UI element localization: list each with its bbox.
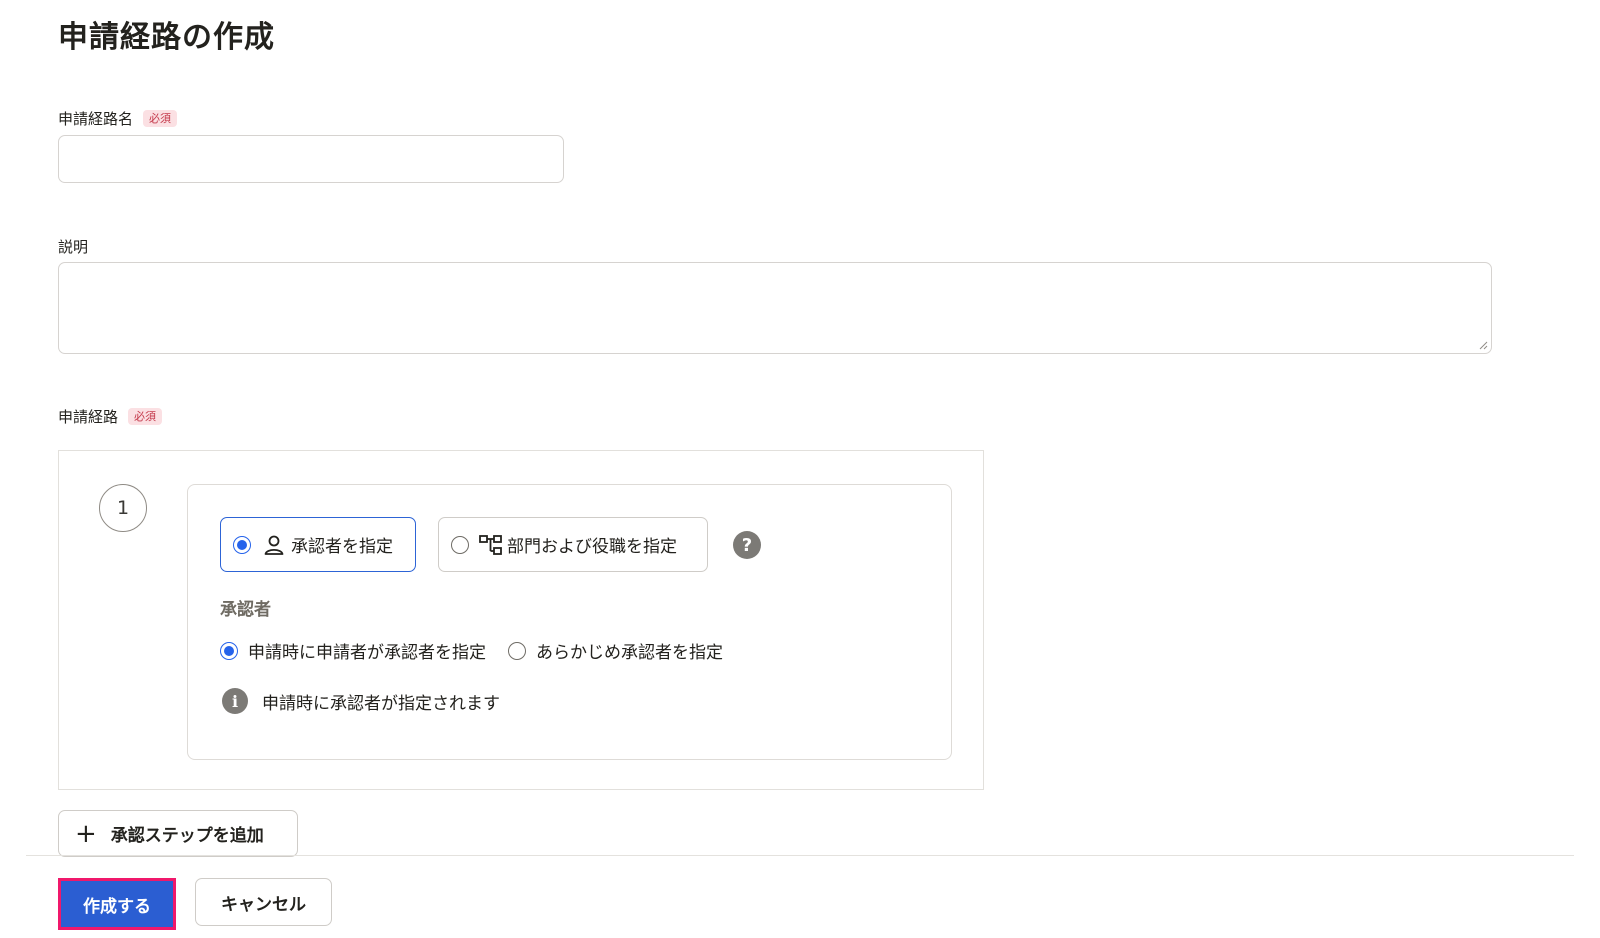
mode-option-label: 部門および役職を指定: [507, 537, 677, 557]
create-button[interactable]: 作成する: [58, 878, 176, 930]
description-label-text: 説明: [58, 238, 89, 256]
mode-option-approver[interactable]: 承認者を指定: [220, 517, 416, 572]
description-textarea[interactable]: [58, 262, 1492, 354]
name-label-text: 申請経路名: [58, 110, 134, 128]
approver-option-predefined[interactable]: あらかじめ承認者を指定: [508, 638, 723, 663]
page-title: 申請経路の作成: [58, 20, 275, 55]
cancel-button[interactable]: キャンセル: [195, 878, 332, 926]
radio-label: あらかじめ承認者を指定: [536, 643, 723, 663]
mode-radio-approver[interactable]: [233, 535, 251, 554]
info-icon: i: [222, 688, 248, 714]
info-message: i 申請時に承認者が指定されます: [222, 688, 500, 714]
mode-radio-department-role[interactable]: [451, 535, 469, 554]
route-name-input[interactable]: [58, 135, 564, 183]
approver-section-label: 承認者: [220, 600, 271, 620]
description-field-label: 説明: [58, 236, 88, 257]
approver-radio-group: 申請時に申請者が承認者を指定 あらかじめ承認者を指定: [220, 638, 745, 663]
mode-option-label: 承認者を指定: [291, 537, 393, 557]
mode-option-department-role[interactable]: 部門および役職を指定: [438, 517, 708, 572]
plus-icon: +: [75, 818, 97, 849]
org-chart-icon: [479, 534, 503, 556]
add-step-label: 承認ステップを追加: [110, 826, 264, 846]
name-field-label: 申請経路名 必須: [58, 108, 178, 129]
route-field-label: 申請経路 必須: [58, 406, 163, 427]
info-text: 申請時に承認者が指定されます: [262, 693, 500, 714]
route-editor: 1 承認者を指定 部門および役職を指定 ? 承認者 申請時に申請者が承認者を指定…: [58, 450, 984, 790]
approval-step-card: 承認者を指定 部門および役職を指定 ? 承認者 申請時に申請者が承認者を指定 あ…: [187, 484, 952, 760]
radio-predefined[interactable]: [508, 641, 526, 660]
add-approval-step-button[interactable]: + 承認ステップを追加: [58, 810, 298, 857]
required-badge: 必須: [143, 109, 178, 128]
approver-option-at-application[interactable]: 申請時に申請者が承認者を指定: [220, 638, 486, 663]
person-icon: [263, 534, 285, 556]
help-icon[interactable]: ?: [733, 531, 761, 559]
radio-label: 申請時に申請者が承認者を指定: [248, 643, 486, 663]
footer-divider: [26, 855, 1574, 856]
resize-grip-icon[interactable]: [1479, 341, 1488, 350]
route-label-text: 申請経路: [58, 408, 119, 426]
required-badge: 必須: [128, 407, 163, 426]
step-number: 1: [99, 484, 147, 532]
radio-at-application[interactable]: [220, 641, 238, 660]
